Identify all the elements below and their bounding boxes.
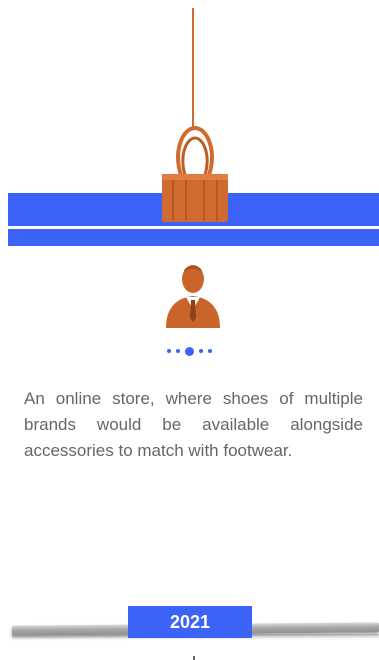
binder-clip-icon (155, 120, 235, 225)
carousel-dot-active[interactable] (185, 346, 194, 356)
banner-band-bottom (8, 229, 379, 246)
project-description: An online store, where shoes of multiple… (24, 389, 363, 460)
carousel-indicators (0, 345, 379, 357)
timeline-tick (193, 656, 195, 660)
year-badge: 2021 (128, 606, 252, 638)
hanging-string (192, 8, 194, 128)
businessman-avatar-icon (162, 262, 224, 330)
carousel-dot[interactable] (167, 349, 171, 353)
timeline-card: An online store, where shoes of multiple… (0, 0, 379, 660)
carousel-dot[interactable] (208, 349, 212, 353)
carousel-dot[interactable] (199, 349, 203, 353)
carousel-dot[interactable] (176, 349, 180, 353)
